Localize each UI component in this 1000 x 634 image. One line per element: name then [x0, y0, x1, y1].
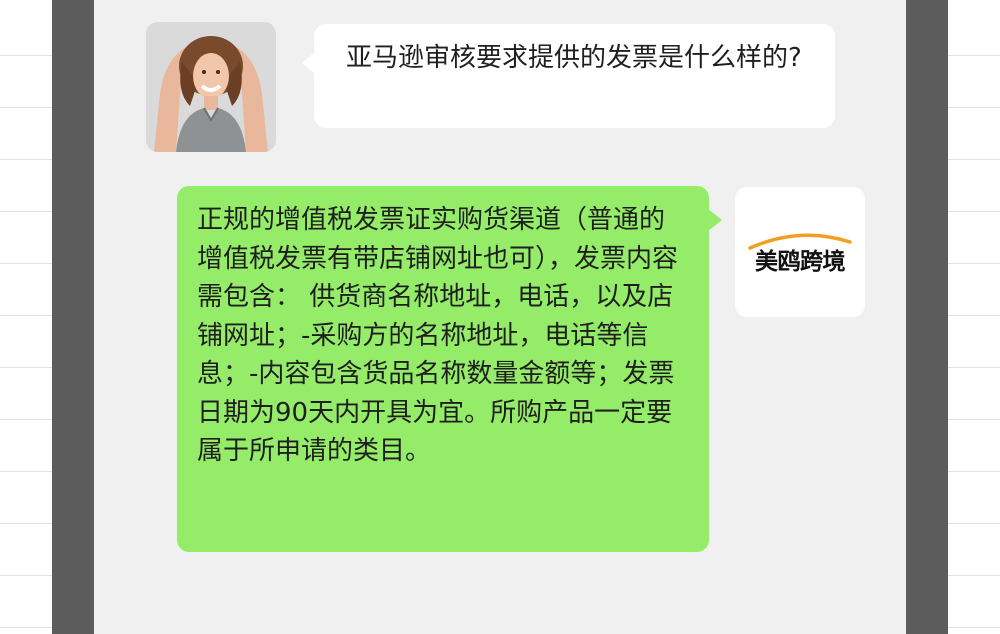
- outgoing-message-text: 正规的增值税发票证实购货渠道（普通的增值税发票有带店铺网址也可），发票内容需包含…: [197, 205, 679, 466]
- lined-paper-right: [948, 0, 1000, 634]
- woman-avatar-icon[interactable]: [146, 22, 276, 152]
- outgoing-message-bubble[interactable]: 正规的增值税发票证实购货渠道（普通的增值税发票有带店铺网址也可），发票内容需包含…: [177, 186, 722, 552]
- brand-name: 美鸥跨境: [755, 249, 846, 275]
- incoming-message-text: 亚马逊审核要求提供的发票是什么样的?: [346, 43, 802, 73]
- incoming-message-bubble[interactable]: 亚马逊审核要求提供的发票是什么样的?: [302, 24, 835, 128]
- lined-paper-left: [0, 0, 52, 634]
- brand-avatar[interactable]: 美鸥跨境: [735, 187, 865, 317]
- brand-logo-icon: 美鸥跨境: [744, 230, 856, 275]
